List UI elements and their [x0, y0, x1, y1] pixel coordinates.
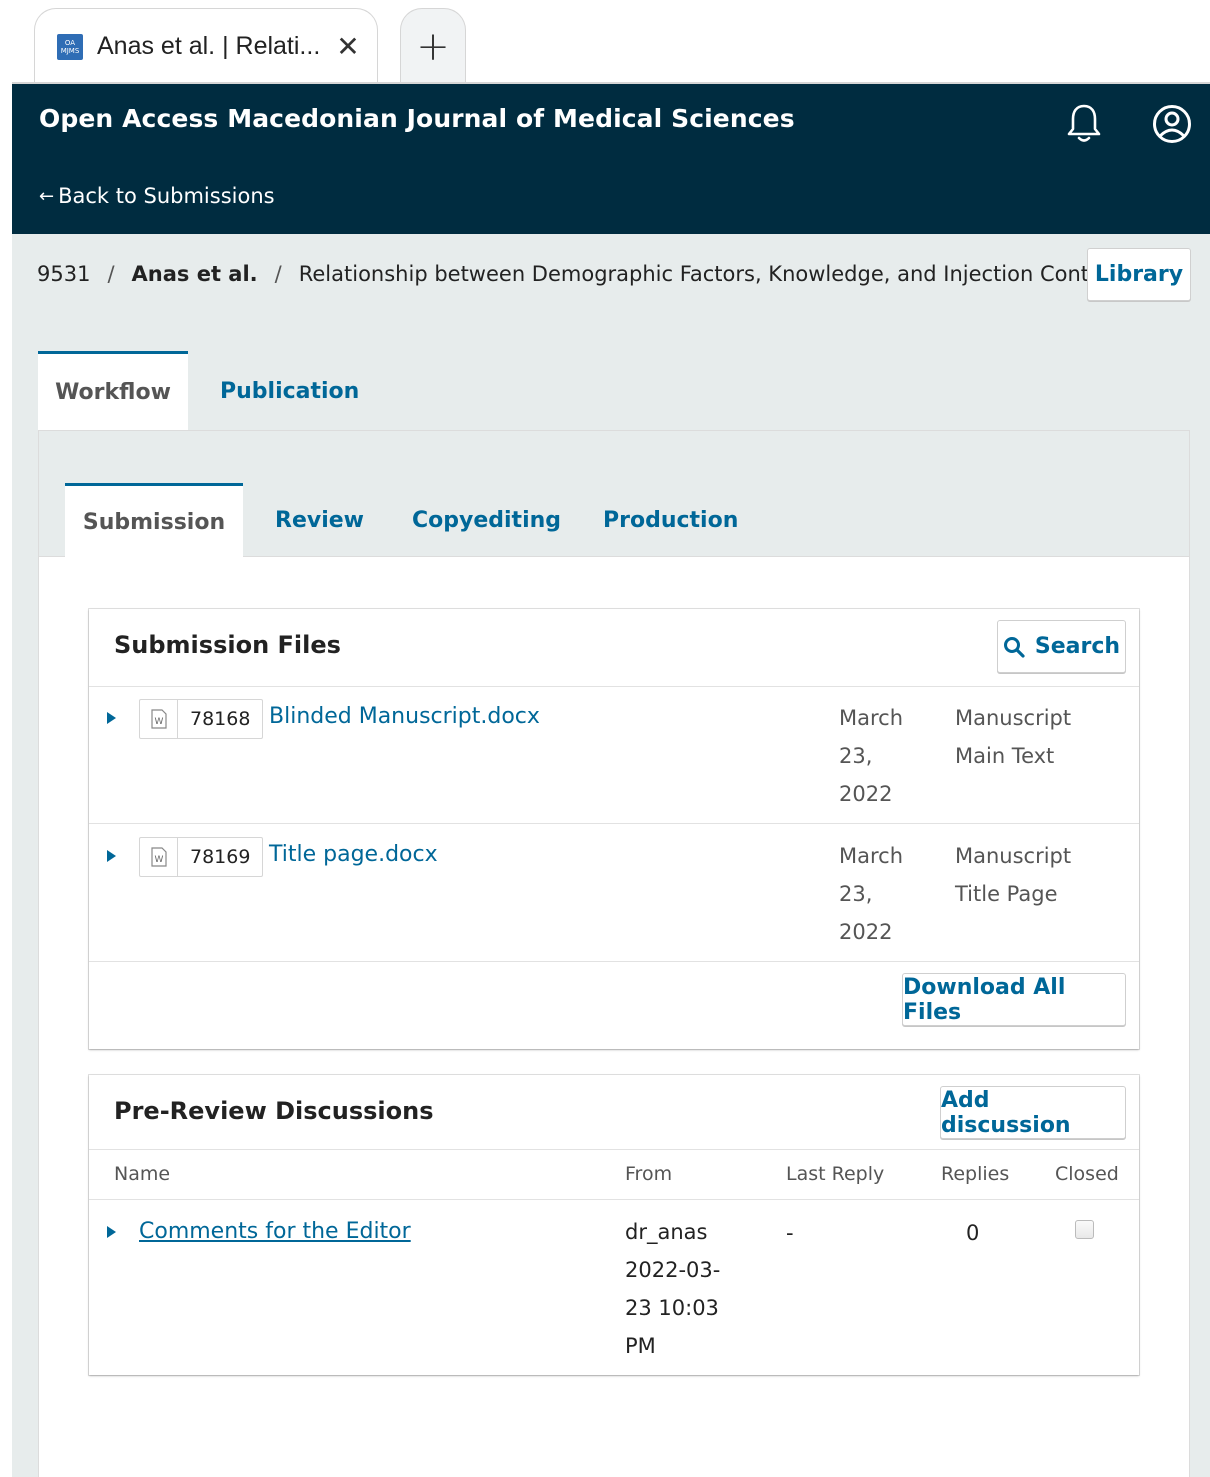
add-discussion-button[interactable]: Add discussion	[940, 1086, 1126, 1139]
discussion-from-line: PM	[625, 1334, 656, 1358]
discussion-last-reply: -	[786, 1221, 794, 1245]
file-type-line: Main Text	[955, 744, 1055, 768]
file-type: Manuscript Title Page	[955, 837, 1105, 913]
journal-favicon-icon: OA MJMS	[57, 33, 83, 60]
submission-files-title: Submission Files	[114, 631, 341, 659]
file-id: 78168	[190, 708, 251, 730]
discussion-from: dr_anas 2022-03- 23 10:03 PM	[625, 1213, 735, 1365]
app-header: Open Access Macedonian Journal of Medica…	[12, 84, 1210, 234]
row-divider	[89, 1199, 1139, 1200]
submission-files-panel: Submission Files Search W 78168 Blinded …	[89, 609, 1139, 1049]
file-type-line: Title Page	[955, 882, 1058, 906]
file-type: Manuscript Main Text	[955, 699, 1105, 775]
file-date-line: March	[839, 706, 904, 730]
column-header-name[interactable]: Name	[114, 1163, 170, 1185]
back-to-submissions-link[interactable]: ← Back to Submissions	[39, 184, 275, 208]
back-arrow-icon: ←	[39, 185, 55, 207]
journal-title[interactable]: Open Access Macedonian Journal of Medica…	[39, 104, 795, 133]
discussion-closed-checkbox[interactable]	[1075, 1220, 1094, 1239]
row-divider	[89, 1149, 1139, 1150]
close-tab-icon[interactable]: ✕	[336, 32, 359, 61]
row-divider	[89, 823, 1139, 824]
file-date: March 23, 2022	[839, 699, 919, 813]
library-button[interactable]: Library	[1087, 248, 1191, 301]
tab-publication[interactable]: Publication	[188, 351, 381, 431]
svg-text:W: W	[154, 855, 163, 865]
breadcrumb: 9531 / Anas et al. / Relationship betwee…	[37, 262, 1089, 286]
file-type-line: Manuscript	[955, 706, 1072, 730]
row-divider	[89, 686, 1139, 687]
discussion-from-line: 2022-03-	[625, 1258, 721, 1282]
discussion-name-link[interactable]: Comments for the Editor	[139, 1219, 411, 1244]
column-header-closed[interactable]: Closed	[1055, 1163, 1119, 1185]
expand-row-icon[interactable]	[107, 712, 116, 724]
svg-text:W: W	[154, 717, 163, 727]
file-type-line: Manuscript	[955, 844, 1072, 868]
file-id-badge: W 78169	[139, 837, 264, 877]
file-date-line: 23,	[839, 744, 873, 768]
discussions-title: Pre-Review Discussions	[114, 1097, 434, 1125]
file-date: March 23, 2022	[839, 837, 919, 951]
column-header-replies[interactable]: Replies	[941, 1163, 1009, 1185]
breadcrumb-separator: /	[107, 262, 115, 286]
discussion-from-line: 23 10:03	[625, 1296, 719, 1320]
pre-review-discussions-panel: Pre-Review Discussions Add discussion Na…	[89, 1075, 1139, 1375]
tab-workflow[interactable]: Workflow	[38, 351, 188, 431]
tab-copyediting[interactable]: Copyediting	[412, 483, 561, 557]
download-all-files-button[interactable]: Download All Files	[902, 973, 1126, 1026]
file-date-line: 2022	[839, 782, 893, 806]
breadcrumb-separator: /	[274, 262, 282, 286]
notifications-bell-icon[interactable]	[1066, 102, 1102, 144]
tab-submission[interactable]: Submission	[65, 483, 243, 558]
user-account-icon[interactable]	[1152, 104, 1192, 144]
browser-tab-title: Anas et al. | Relati...	[97, 32, 321, 60]
favicon-text-bottom: MJMS	[60, 46, 80, 55]
new-tab-button[interactable]: +	[400, 8, 466, 84]
submission-author: Anas et al.	[131, 262, 258, 286]
file-date-line: 23,	[839, 882, 873, 906]
file-name-link[interactable]: Title page.docx	[269, 842, 438, 867]
expand-row-icon[interactable]	[107, 850, 116, 862]
tab-production[interactable]: Production	[603, 483, 738, 557]
word-document-icon: W	[140, 700, 178, 738]
file-date-line: 2022	[839, 920, 893, 944]
search-button[interactable]: Search	[997, 620, 1126, 673]
workflow-stage-tabs: Submission Review Copyediting Production	[39, 431, 1189, 558]
tab-review[interactable]: Review	[275, 483, 364, 557]
browser-tabstrip: OA MJMS Anas et al. | Relati... ✕ +	[0, 0, 1210, 84]
search-label: Search	[1034, 634, 1121, 659]
column-header-last-reply[interactable]: Last Reply	[786, 1163, 884, 1185]
file-id: 78169	[190, 846, 251, 868]
column-header-from[interactable]: From	[625, 1163, 672, 1185]
main-tabs: Workflow Publication	[38, 351, 381, 431]
expand-row-icon[interactable]	[107, 1226, 116, 1238]
discussion-from-line: dr_anas	[625, 1220, 708, 1244]
discussion-replies: 0	[966, 1221, 980, 1245]
file-date-line: March	[839, 844, 904, 868]
browser-tab[interactable]: OA MJMS Anas et al. | Relati... ✕	[34, 8, 378, 84]
workflow-panel: Submission Review Copyediting Production…	[38, 430, 1190, 1477]
submission-title: Relationship between Demographic Factors…	[298, 262, 1090, 286]
back-label: Back to Submissions	[58, 184, 275, 208]
file-id-badge: W 78168	[139, 699, 264, 739]
file-name-link[interactable]: Blinded Manuscript.docx	[269, 704, 540, 729]
search-icon	[1003, 636, 1025, 658]
page-body: 9531 / Anas et al. / Relationship betwee…	[12, 234, 1210, 1477]
submission-id: 9531	[37, 262, 91, 286]
favicon-text-top: OA	[64, 38, 76, 47]
row-divider	[89, 961, 1139, 962]
word-document-icon: W	[140, 838, 178, 876]
